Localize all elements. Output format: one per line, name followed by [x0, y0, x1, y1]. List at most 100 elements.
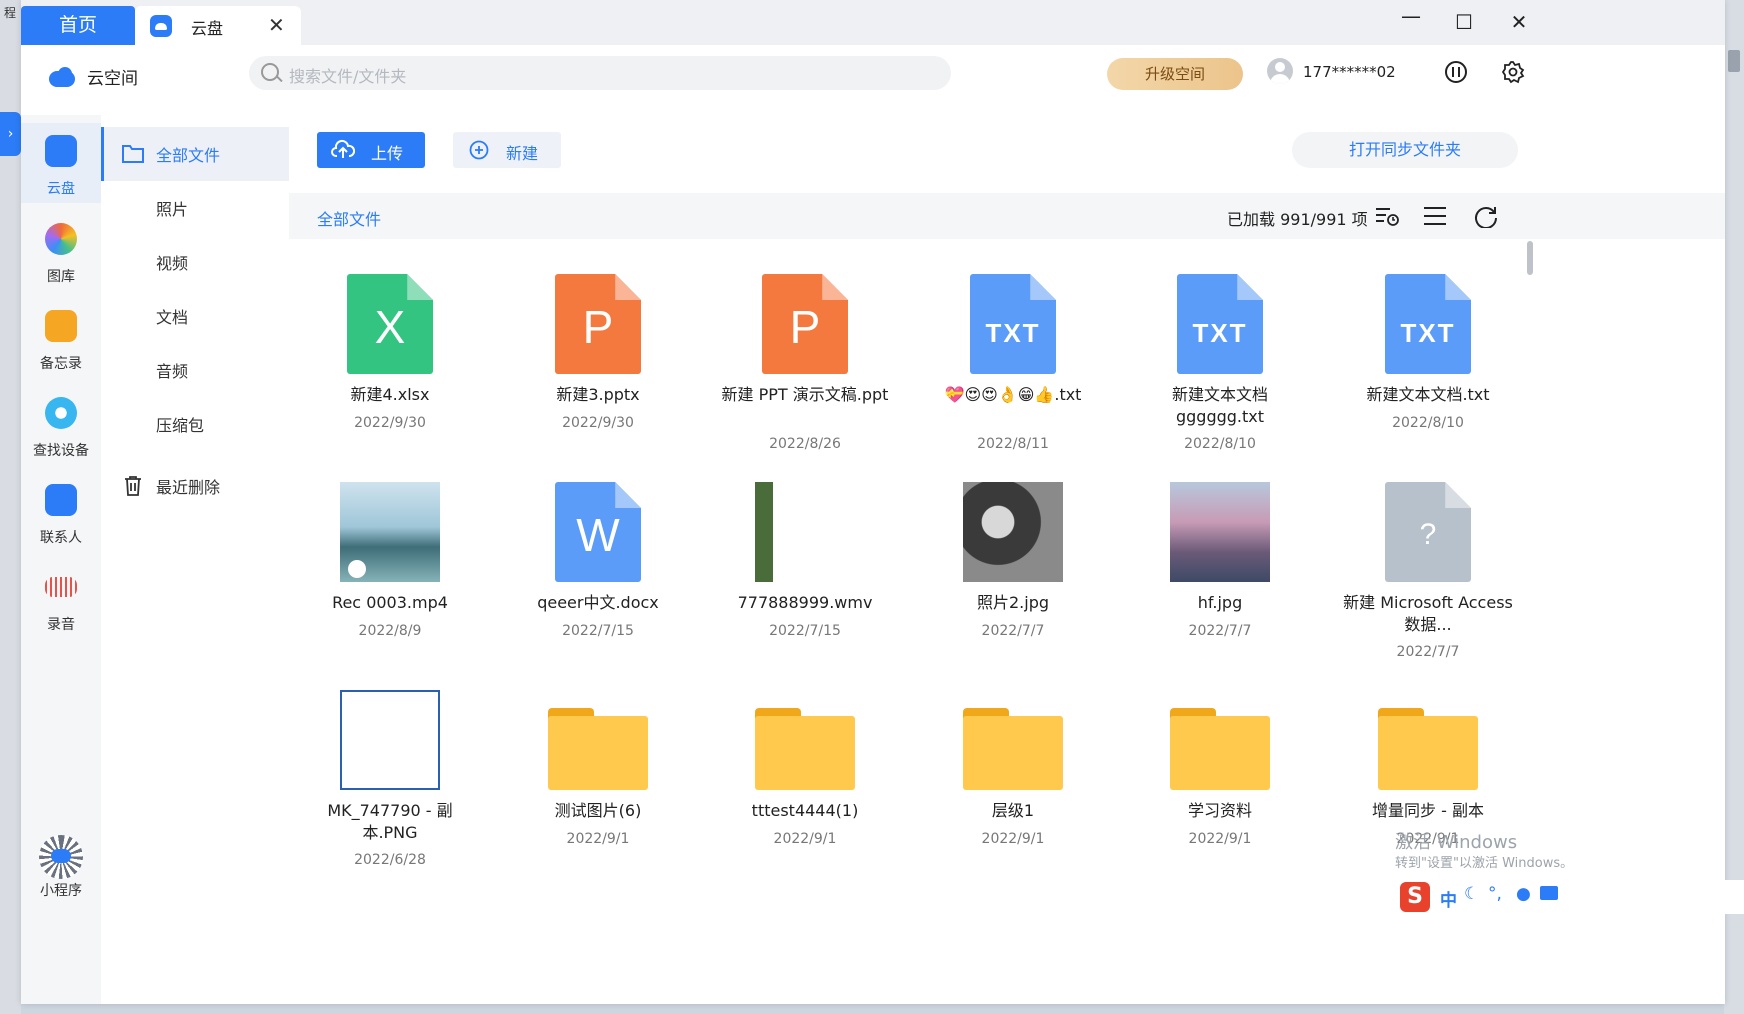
- file-card[interactable]: X 新建4.xlsx 2022/9/30: [305, 239, 475, 439]
- minimize-button[interactable]: —: [1396, 4, 1426, 28]
- file-card[interactable]: Wqeeer中文.docx 2022/7/15: [513, 447, 683, 647]
- account-phone[interactable]: 177******02: [1303, 63, 1396, 81]
- file-name: hf.jpg: [1197, 593, 1243, 612]
- tab-cloud[interactable]: 云盘 ✕: [135, 6, 301, 45]
- nav-item-find-device[interactable]: 查找设备: [21, 385, 101, 465]
- file-name: 增量同步 - 副本: [1372, 801, 1484, 820]
- close-tab-icon[interactable]: ✕: [268, 13, 285, 37]
- nav-item-cloud[interactable]: 云盘: [21, 123, 101, 203]
- file-toolbar: 全部文件 已加载 991/991 项: [289, 193, 1725, 239]
- transfer-list-icon[interactable]: [1444, 60, 1468, 84]
- category-videos[interactable]: 视频: [101, 235, 289, 289]
- sort-by-time-icon[interactable]: [1374, 204, 1400, 228]
- category-photos[interactable]: 照片: [101, 181, 289, 235]
- scrollbar-thumb[interactable]: [1527, 241, 1533, 275]
- file-thumbnail: [963, 482, 1063, 582]
- file-name: MK_747790 - 副本.PNG: [327, 801, 453, 842]
- list-view-icon[interactable]: [1422, 204, 1448, 228]
- cloud-logo-icon: [49, 67, 77, 87]
- upload-button[interactable]: 上传: [317, 132, 425, 168]
- file-name: 层级1: [991, 801, 1035, 820]
- contacts-icon: [45, 484, 77, 516]
- desktop-icon[interactable]: [1728, 50, 1740, 72]
- file-name: 新建文本文档.txt: [1366, 385, 1490, 404]
- ime-toolbar[interactable]: S 中 ☾ °, ●: [1398, 880, 1744, 914]
- image-preview: [1170, 482, 1270, 582]
- folder-body: [963, 716, 1063, 790]
- file-thumbnail: TXT: [1378, 274, 1478, 374]
- folder-icon: [963, 708, 1063, 790]
- file-thumbnail: X: [340, 274, 440, 374]
- ime-lang-indicator[interactable]: 中: [1440, 886, 1457, 911]
- nav-label: 云盘: [47, 181, 75, 197]
- maximize-button[interactable]: ☐: [1449, 10, 1479, 34]
- avatar[interactable]: [1267, 58, 1293, 84]
- file-card[interactable]: TXT 新建文本文档.txt 2022/8/10: [1343, 239, 1513, 439]
- image-preview: [963, 482, 1063, 582]
- search-placeholder: 搜索文件/文件夹: [289, 67, 407, 86]
- category-docs[interactable]: 文档: [101, 289, 289, 343]
- plus-circle-icon: [469, 140, 489, 160]
- file-name: Rec 0003.mp4: [332, 593, 448, 612]
- sogou-ime-icon[interactable]: S: [1400, 882, 1430, 912]
- category-all-files[interactable]: 全部文件: [101, 127, 289, 181]
- upgrade-button[interactable]: 升级空间: [1107, 58, 1243, 90]
- category-archives[interactable]: 压缩包: [101, 397, 289, 451]
- unknown-file-icon: ?: [1385, 482, 1471, 582]
- file-card[interactable]: 层级1 2022/9/1: [928, 655, 1098, 855]
- open-sync-folder-button[interactable]: 打开同步文件夹: [1292, 132, 1518, 168]
- file-date: 2022/9/30: [562, 415, 634, 431]
- play-icon: [348, 560, 366, 578]
- file-card[interactable]: ? 新建 Microsoft Access 数据... 2022/7/7: [1343, 447, 1513, 660]
- side-expand-tab[interactable]: ›: [0, 112, 21, 156]
- file-name: 测试图片(6): [554, 801, 642, 820]
- settings-gear-icon[interactable]: [1501, 60, 1525, 84]
- category-label: 视频: [156, 254, 189, 273]
- close-window-button[interactable]: ✕: [1504, 10, 1534, 34]
- ppt-file-icon: P: [762, 274, 848, 374]
- file-card[interactable]: TXT 💝😍😍👌😁👍.txt 2022/8/11: [928, 239, 1098, 452]
- file-card[interactable]: 测试图片(6) 2022/9/1: [513, 655, 683, 855]
- new-button[interactable]: 新建: [453, 132, 561, 168]
- category-audio[interactable]: 音频: [101, 343, 289, 397]
- file-card[interactable]: Rec 0003.mp4 2022/8/9: [305, 447, 475, 647]
- gallery-icon: [45, 223, 77, 255]
- refresh-icon[interactable]: [1473, 204, 1499, 228]
- file-card[interactable]: 777888999.wmv 2022/7/15: [720, 447, 890, 647]
- search-input[interactable]: 搜索文件/文件夹: [249, 56, 951, 90]
- nav-item-notes[interactable]: 备忘录: [21, 298, 101, 378]
- ime-keyboard-icon[interactable]: [1540, 886, 1558, 900]
- file-card[interactable]: 增量同步 - 副本 2022/9/1: [1343, 655, 1513, 855]
- file-card[interactable]: 学习资料 2022/9/1: [1135, 655, 1305, 855]
- nav-item-contacts[interactable]: 联系人: [21, 472, 101, 552]
- ime-punct-icon[interactable]: °,: [1488, 884, 1502, 904]
- file-card[interactable]: P 新建3.pptx 2022/9/30: [513, 239, 683, 439]
- category-label: 全部文件: [156, 146, 221, 165]
- file-thumbnail: TXT: [963, 274, 1063, 374]
- nav-item-gallery[interactable]: 图库: [21, 211, 101, 291]
- app-nav-sidebar: 云盘 图库 备忘录 查找设备 联系人 录音 小程序: [21, 115, 101, 1004]
- file-card[interactable]: P 新建 PPT 演示文稿.ppt 2022/8/26: [720, 239, 890, 452]
- file-thumbnail: [755, 482, 855, 582]
- folder-body: [755, 716, 855, 790]
- file-thumbnail: W: [548, 482, 648, 582]
- file-card[interactable]: MK_747790 - 副本.PNG 2022/6/28: [305, 655, 475, 868]
- miniprogram-qr-icon[interactable]: [39, 835, 83, 879]
- tab-home[interactable]: 首页: [21, 6, 135, 45]
- file-card[interactable]: TXT 新建文本文档gggggg.txt 2022/8/10: [1135, 239, 1305, 452]
- find-device-icon: [45, 397, 77, 429]
- breadcrumb[interactable]: 全部文件: [317, 206, 381, 230]
- file-thumbnail: [1170, 690, 1270, 790]
- file-type-glyph: TXT: [985, 318, 1041, 348]
- ime-moon-icon[interactable]: ☾: [1464, 884, 1479, 904]
- file-card[interactable]: hf.jpg 2022/7/7: [1135, 447, 1305, 647]
- loaded-count: 已加载 991/991 项: [1227, 210, 1368, 229]
- file-date: 2022/6/28: [354, 852, 426, 868]
- file-card[interactable]: tttest4444(1) 2022/9/1: [720, 655, 890, 855]
- category-recently-deleted[interactable]: 最近删除: [101, 459, 289, 513]
- file-thumbnail: P: [755, 274, 855, 374]
- docx-file-icon: W: [555, 482, 641, 582]
- nav-item-recorder[interactable]: 录音: [21, 559, 101, 639]
- file-card[interactable]: 照片2.jpg 2022/7/7: [928, 447, 1098, 647]
- ime-mic-icon[interactable]: ●: [1516, 884, 1531, 904]
